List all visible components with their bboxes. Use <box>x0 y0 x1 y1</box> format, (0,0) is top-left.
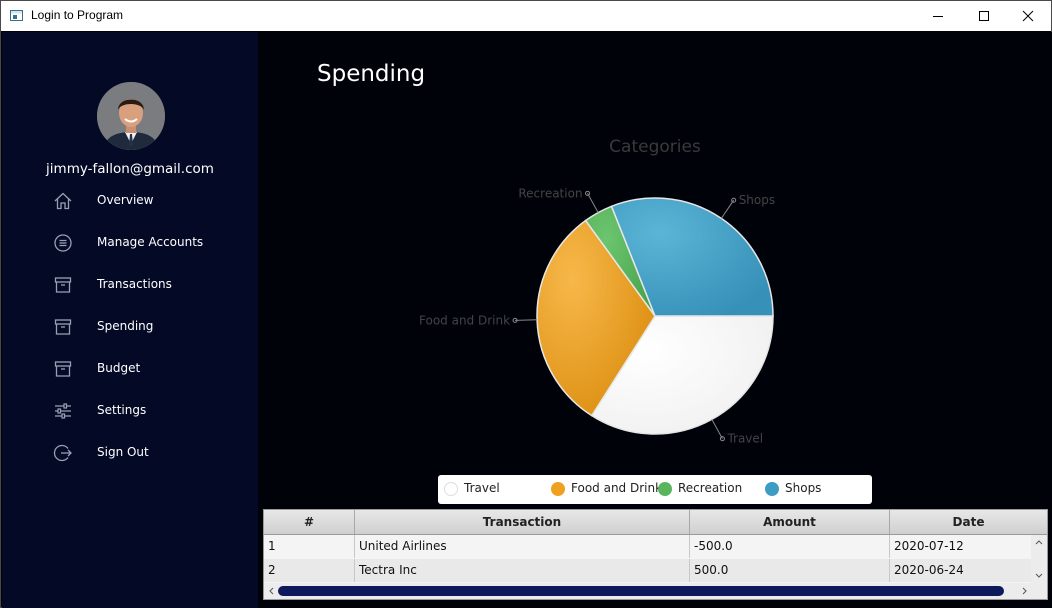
avatar[interactable] <box>97 82 165 150</box>
legend-label: Food and Drink <box>571 481 663 495</box>
pie-label-line <box>711 419 723 439</box>
main-panel: Spending Categories Travel Food and Drink… <box>258 32 1052 608</box>
cell-amount: -500.0 <box>690 535 890 558</box>
sidebar-item-sign-out[interactable]: Sign Out <box>2 437 258 469</box>
maximize-icon <box>979 11 989 21</box>
pie-label: Travel <box>726 432 763 446</box>
table-header: # Transaction Amount Date <box>264 510 1047 535</box>
scroll-arrows-icon <box>1035 540 1043 578</box>
archive-box-icon <box>54 361 72 377</box>
archive-box-icon <box>54 277 72 293</box>
legend-swatch <box>551 482 565 496</box>
legend-swatch <box>658 482 672 496</box>
title-bar: Login to Program <box>1 1 1051 31</box>
sidebar-item-label: Manage Accounts <box>97 235 204 249</box>
minimize-icon <box>933 16 943 17</box>
chart-legend: Travel Food and Drink Recreation Shops <box>438 475 872 504</box>
sidebar: jimmy-fallon@gmail.com Overview Manage A… <box>2 32 258 608</box>
user-email: jimmy-fallon@gmail.com <box>46 161 214 177</box>
pie-label-line <box>515 319 538 321</box>
scroll-right-icon <box>1022 587 1027 595</box>
sidebar-item-transactions[interactable]: Transactions <box>2 269 258 301</box>
legend-label: Recreation <box>678 481 743 495</box>
legend-label: Shops <box>785 481 822 495</box>
chart-title: Categories <box>609 137 701 157</box>
sidebar-item-label: Settings <box>97 403 147 417</box>
cell-number: 2 <box>264 559 355 582</box>
vertical-scrollbar[interactable] <box>1031 535 1047 583</box>
column-header-amount[interactable]: Amount <box>690 510 890 534</box>
sidebar-item-spending[interactable]: Spending <box>2 311 258 343</box>
pie-label: Recreation <box>518 186 582 200</box>
cell-date: 2020-06-24 <box>894 563 964 577</box>
maximize-button[interactable] <box>961 1 1007 31</box>
legend-swatch <box>444 482 458 496</box>
pie-label-line <box>720 199 735 219</box>
sidebar-item-manage-accounts[interactable]: Manage Accounts <box>2 227 258 259</box>
list-circle-icon <box>54 234 72 252</box>
cell-date: 2020-07-12 <box>894 539 964 553</box>
horizontal-scrollbar[interactable] <box>264 583 1047 599</box>
sidebar-item-overview[interactable]: Overview <box>2 185 258 217</box>
pie-label-line <box>587 193 599 213</box>
pie-label: Shops <box>739 193 775 207</box>
legend-swatch <box>765 482 779 496</box>
transactions-table: # Transaction Amount Date 1 United Airli… <box>263 509 1048 600</box>
sign-out-icon <box>53 444 72 462</box>
sidebar-item-label: Overview <box>97 193 154 207</box>
window-title: Login to Program <box>31 8 124 22</box>
column-header-number[interactable]: # <box>264 510 355 534</box>
cell-amount: 500.0 <box>690 559 890 582</box>
sidebar-item-label: Transactions <box>97 277 172 291</box>
close-icon <box>1022 10 1034 22</box>
sidebar-item-settings[interactable]: Settings <box>2 395 258 427</box>
pie-chart: Categories Travel Food and Drink Recreatio… <box>419 137 775 446</box>
pie-label-marker <box>585 190 591 196</box>
sidebar-item-label: Sign Out <box>97 445 149 459</box>
scrollbar-thumb[interactable] <box>278 586 1004 596</box>
minimize-button[interactable] <box>915 1 961 31</box>
sidebar-item-budget[interactable]: Budget <box>2 353 258 385</box>
legend-label: Travel <box>464 481 500 495</box>
home-icon <box>54 192 72 210</box>
cell-number: 1 <box>264 535 355 558</box>
archive-box-icon <box>54 319 72 335</box>
cell-transaction: United Airlines <box>355 535 690 558</box>
column-header-transaction[interactable]: Transaction <box>355 510 690 534</box>
sidebar-item-label: Budget <box>97 361 141 375</box>
app-window: Login to Program jimmy-fallon@gmail.com <box>0 0 1052 608</box>
table-row[interactable]: 2 Tectra Inc 500.0 2020-06-24 <box>264 559 1031 582</box>
scroll-left-icon <box>269 587 274 595</box>
table-row[interactable]: 1 United Airlines -500.0 2020-07-12 <box>264 535 1031 558</box>
pie-label-marker <box>719 436 725 442</box>
sidebar-item-label: Spending <box>97 319 154 333</box>
pie-label: Food and Drink <box>419 313 510 327</box>
close-button[interactable] <box>1005 1 1051 31</box>
cell-transaction: Tectra Inc <box>355 559 690 582</box>
sliders-icon <box>55 403 71 419</box>
column-header-date[interactable]: Date <box>890 510 1047 534</box>
user-photo-icon <box>97 82 165 150</box>
app-icon <box>10 10 23 21</box>
